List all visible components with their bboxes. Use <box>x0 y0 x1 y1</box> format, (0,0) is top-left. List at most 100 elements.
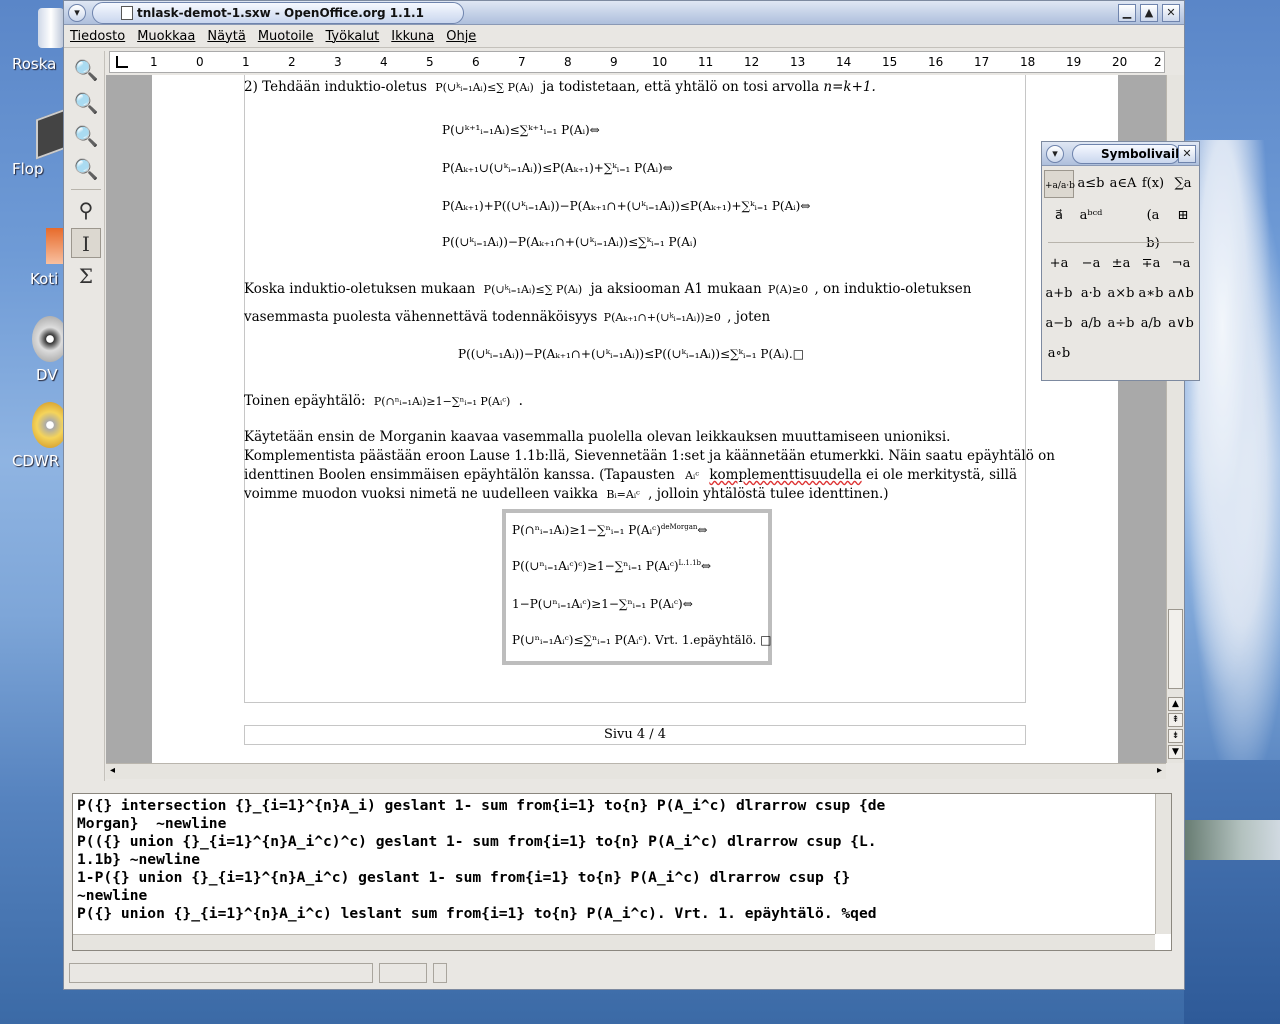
formula-line[interactable]: P(Aₖ₊₁)+P((∪ᵏᵢ₌₁Aᵢ))−P(Aₖ₊₁∩+(∪ᵏᵢ₌₁Aᵢ))≤… <box>442 199 810 213</box>
category-set-operations[interactable]: a∈A <box>1108 170 1138 198</box>
category-others[interactable]: aᵇᶜᵈ <box>1076 202 1106 230</box>
double-down-icon: ⇟ <box>1171 731 1180 741</box>
category-brackets[interactable]: (a b) <box>1138 202 1168 251</box>
formula-line[interactable]: P(∪ⁿᵢ₌₁Aᵢᶜ)≤∑ⁿᵢ₌₁ P(Aᵢᶜ). Vrt. 1.epäyhtä… <box>512 633 772 647</box>
close-button[interactable]: ✕ <box>1162 4 1180 22</box>
symbol-minusplus-a[interactable]: ∓a <box>1136 250 1166 278</box>
zoom-in-button[interactable]: 🔍 <box>71 55 101 85</box>
inline-formula[interactable]: P(∪ᵏᵢ₌₁Aᵢ)≤∑ P(Aᵢ) <box>435 81 534 94</box>
symbols-title-bar[interactable]: ▾ Symbolivaik ✕ <box>1042 142 1199 166</box>
desktop-icon-dvd[interactable]: DV <box>36 366 58 384</box>
arrow-left-icon[interactable]: ◂ <box>110 765 115 776</box>
desktop-icon-trash[interactable]: Roska <box>12 55 56 73</box>
zoom-100-button[interactable]: 🔍 <box>71 121 101 151</box>
trash-icon <box>38 8 64 48</box>
menu-ohje[interactable]: Ohje <box>440 26 482 44</box>
scrollbar-thumb[interactable] <box>1168 609 1183 689</box>
menu-tyokalut[interactable]: Työkalut <box>320 26 386 44</box>
panel-menu-button[interactable]: ▾ <box>1046 145 1064 163</box>
text-cursor-button[interactable]: I <box>71 228 101 258</box>
toolbar-separator <box>71 189 101 190</box>
symbol-a-star-b[interactable]: a∗b <box>1136 280 1166 308</box>
desktop-icon-floppy[interactable]: Flop <box>12 160 44 178</box>
symbol-a-plus-b[interactable]: a+b <box>1044 280 1074 308</box>
desktop-icon-cdwriter[interactable]: CDWR <box>12 452 59 470</box>
menu-tiedosto[interactable]: Tiedosto <box>64 26 131 44</box>
desktop-sea <box>1184 760 1280 1024</box>
formula-line[interactable]: P(∪ᵏ⁺¹ᵢ₌₁Aᵢ)≤∑ᵏ⁺¹ᵢ₌₁ P(Aᵢ)⇔ <box>442 123 600 137</box>
document-page[interactable]: 2) Tehdään induktio-oletus P(∪ᵏᵢ₌₁Aᵢ)≤∑ … <box>152 75 1118 763</box>
panel-close-button[interactable]: ✕ <box>1178 145 1196 163</box>
text-run: n=k+1. <box>823 79 876 95</box>
scroll-up-button[interactable]: ▲ <box>1168 697 1183 711</box>
zoom-fit-icon: 🔍 <box>73 157 99 181</box>
scroll-page-up-button[interactable]: ⇞ <box>1168 713 1183 727</box>
formula-line[interactable]: P((∪ⁿᵢ₌₁Aᵢᶜ)ᶜ)≥1−∑ⁿᵢ₌₁ P(Aᵢᶜ)L.1.1b⇔ <box>512 559 711 573</box>
formula-annotation: deMorgan <box>660 523 698 531</box>
formula-command-text[interactable]: P({} intersection {}_{i=1}^{n}A_i) gesla… <box>77 797 1149 923</box>
tab-stop-icon[interactable] <box>116 56 128 68</box>
zoom-fit-button[interactable]: 🔍 <box>71 154 101 184</box>
document-horizontal-scrollbar[interactable]: ◂ ▸ <box>106 763 1166 779</box>
window-menu-button[interactable]: ▾ <box>68 4 86 22</box>
minimize-button[interactable]: ▁ <box>1118 4 1136 22</box>
formula-line[interactable]: P(∩ⁿᵢ₌₁Aᵢ)≥1−∑ⁿᵢ₌₁ P(Aᵢᶜ)deMorgan⇔ <box>512 523 707 537</box>
desktop-icon-home[interactable]: Koti <box>30 270 58 288</box>
category-unary-binary[interactable]: +a/a·b <box>1044 170 1075 198</box>
command-horizontal-scrollbar[interactable] <box>73 934 1155 950</box>
unary-binary-icon: +a/a·b <box>1045 181 1075 191</box>
window-title-text: tnlask-demot-1.sxw - OpenOffice.org 1.1.… <box>137 6 424 20</box>
zoom-button[interactable]: ⚲ <box>71 195 101 225</box>
menu-muotoile[interactable]: Muotoile <box>252 26 320 44</box>
symbol-minus-a[interactable]: −a <box>1076 250 1106 278</box>
title-bar[interactable]: ▾ tnlask-demot-1.sxw - OpenOffice.org 1.… <box>64 1 1184 25</box>
symbol-label: a∘b <box>1047 346 1071 361</box>
symbols-title-text: Symbolivaik <box>1101 147 1184 161</box>
inline-formula[interactable]: P(∪ᵏᵢ₌₁Aᵢ)≤∑ P(Aᵢ) <box>484 283 583 296</box>
category-functions[interactable]: f(x) <box>1138 170 1168 198</box>
symbol-a-div-b[interactable]: a÷b <box>1106 310 1136 338</box>
symbol-a-and-b[interactable]: a∧b <box>1166 280 1196 308</box>
symbol-plusminus-a[interactable]: ±a <box>1106 250 1136 278</box>
category-relations[interactable]: a≤b <box>1076 170 1106 198</box>
formula-line[interactable]: P((∪ᵏᵢ₌₁Aᵢ))−P(Aₖ₊₁∩+(∪ᵏᵢ₌₁Aᵢ))≤P((∪ᵏᵢ₌₁… <box>458 347 804 361</box>
inline-formula[interactable]: P(Aₖ₊₁∩+(∪ᵏᵢ₌₁Aᵢ))≥0 <box>604 311 721 324</box>
menu-ikkuna[interactable]: Ikkuna <box>385 26 440 44</box>
symbol-a-dot-b[interactable]: a·b <box>1076 280 1106 308</box>
formula-button[interactable]: Σ <box>71 261 101 291</box>
symbol-a-times-b[interactable]: a×b <box>1106 280 1136 308</box>
symbol-plus-a[interactable]: +a <box>1044 250 1074 278</box>
scroll-down-button[interactable]: ▼ <box>1168 745 1183 759</box>
horizontal-ruler[interactable]: 1 0 1 2 3 4 5 6 7 8 9 10 11 12 13 14 15 … <box>109 51 1165 73</box>
arrow-down-icon: ▼ <box>1172 747 1179 757</box>
inline-formula[interactable]: P(A)≥0 <box>768 283 808 296</box>
misspelled-word[interactable]: komplementtisuudella <box>709 467 861 483</box>
zoom-out-button[interactable]: 🔍 <box>71 88 101 118</box>
formula-command-window[interactable]: P({} intersection {}_{i=1}^{n}A_i) gesla… <box>72 793 1172 951</box>
formula-line[interactable]: P((∪ᵏᵢ₌₁Aᵢ))−P(Aₖ₊₁∩+(∪ᵏᵢ₌₁Aᵢ))≤∑ᵏᵢ₌₁ P(… <box>442 235 697 249</box>
command-vertical-scrollbar[interactable] <box>1155 794 1171 934</box>
symbol-not-a[interactable]: ¬a <box>1166 250 1196 278</box>
selected-formula-frame[interactable]: P(∩ⁿᵢ₌₁Aᵢ)≥1−∑ⁿᵢ₌₁ P(Aᵢᶜ)deMorgan⇔ P((∪ⁿ… <box>502 509 772 665</box>
formula-line[interactable]: 1−P(∪ⁿᵢ₌₁Aᵢᶜ)≥1−∑ⁿᵢ₌₁ P(Aᵢᶜ)⇔ <box>512 597 693 611</box>
symbol-a-circ-b[interactable]: a∘b <box>1044 340 1074 368</box>
category-operators[interactable]: ∑a <box>1168 170 1198 198</box>
symbol-a-or-b[interactable]: a∨b <box>1166 310 1196 338</box>
formula-line[interactable]: P(Aₖ₊₁∪(∪ᵏᵢ₌₁Aᵢ))≤P(Aₖ₊₁)+∑ᵏᵢ₌₁ P(Aᵢ)⇔ <box>442 161 673 175</box>
maximize-button[interactable]: ▲ <box>1140 4 1158 22</box>
inline-formula[interactable]: P(∩ⁿᵢ₌₁Aᵢ)≥1−∑ⁿᵢ₌₁ P(Aᵢᶜ) <box>374 395 510 408</box>
category-formats[interactable]: ⊞ <box>1168 202 1198 230</box>
menu-muokkaa[interactable]: Muokkaa <box>131 26 201 44</box>
arrow-right-icon[interactable]: ▸ <box>1157 765 1162 776</box>
symbol-a-over-b[interactable]: a/b <box>1076 310 1106 338</box>
symbol-a-minus-b[interactable]: a−b <box>1044 310 1074 338</box>
page-number: Sivu 4 / 4 <box>603 727 667 742</box>
formula-command-line: P({} union {}_{i=1}^{n}A_i^c) leslant su… <box>77 905 877 922</box>
category-attributes[interactable]: a⃗ <box>1044 202 1074 230</box>
symbol-a-slash-b[interactable]: a/b <box>1136 310 1166 338</box>
scroll-page-down-button[interactable]: ⇟ <box>1168 729 1183 743</box>
inline-formula[interactable]: Aᵢᶜ <box>685 469 699 482</box>
document-area[interactable]: 2) Tehdään induktio-oletus P(∪ᵏᵢ₌₁Aᵢ)≤∑ … <box>106 75 1166 763</box>
inline-formula[interactable]: Bᵢ=Aᵢᶜ <box>606 488 639 501</box>
menu-nayta[interactable]: Näytä <box>201 26 251 44</box>
